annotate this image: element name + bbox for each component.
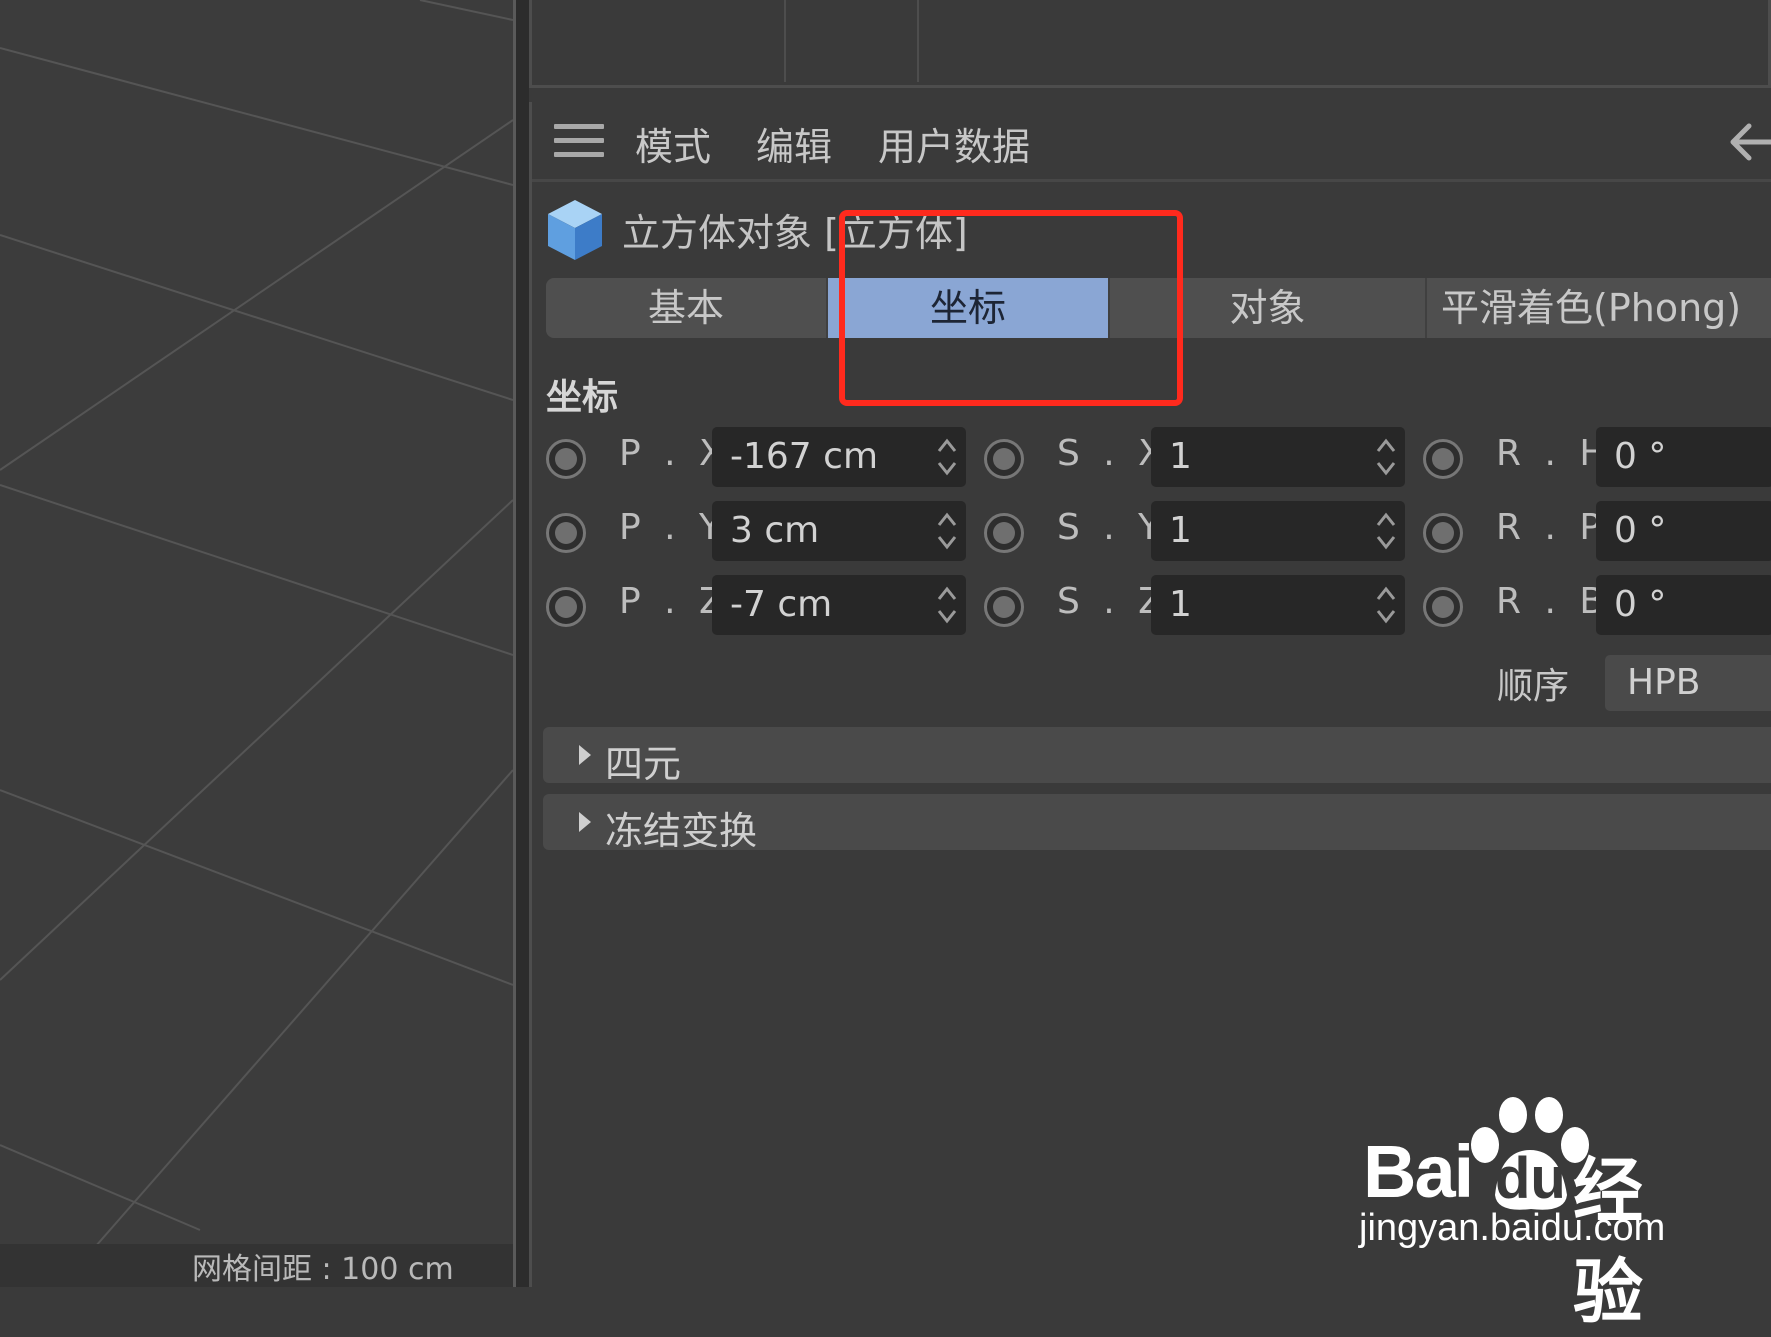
- attribute-tabs: 基本 坐标 对象 平滑着色(Phong): [546, 278, 1771, 338]
- baidu-jingyan-watermark: Bai du 经验 jingyan.baidu.com: [1355, 1095, 1685, 1333]
- expand-triangle-icon: [579, 745, 591, 765]
- collapsible-freeze-transform[interactable]: 冻结变换: [543, 794, 1771, 853]
- collapsible-quaternion-label: 四元: [605, 742, 682, 786]
- field-sx[interactable]: 1: [1151, 427, 1405, 487]
- field-rp-value: 0 °: [1614, 510, 1667, 551]
- hamburger-menu-icon[interactable]: [554, 124, 604, 162]
- tab-coordinates[interactable]: 坐标: [828, 278, 1110, 338]
- field-px-value: -167 cm: [730, 436, 879, 477]
- viewport-grid: [0, 0, 513, 1287]
- section-title: 坐标: [546, 377, 619, 418]
- panel-divider[interactable]: [513, 0, 529, 1287]
- menu-edit[interactable]: 编辑: [756, 116, 832, 171]
- animate-radio-rh[interactable]: [1423, 439, 1463, 479]
- top-panel: [529, 0, 1771, 88]
- tab-phong[interactable]: 平滑着色(Phong): [1427, 278, 1771, 338]
- animate-radio-rp[interactable]: [1423, 513, 1463, 553]
- collapsible-quaternion[interactable]: 四元: [543, 727, 1771, 786]
- animate-radio-px[interactable]: [546, 439, 586, 479]
- expand-triangle-icon: [579, 812, 591, 832]
- menu-mode[interactable]: 模式: [635, 116, 711, 171]
- coord-row-z: P . Z -7 cm S . Z 1 R . B 0 °: [546, 575, 1771, 639]
- field-rb-value: 0 °: [1614, 584, 1667, 625]
- tab-basic[interactable]: 基本: [546, 278, 828, 338]
- field-rp[interactable]: 0 °: [1596, 501, 1771, 561]
- viewport[interactable]: 网格间距 : 100 cm: [0, 0, 513, 1287]
- menu-user-data[interactable]: 用户数据: [878, 116, 1030, 171]
- stepper-icon[interactable]: [1373, 509, 1399, 553]
- collapsible-freeze-label: 冻结变换: [605, 809, 758, 853]
- rotation-order-select[interactable]: HPB: [1605, 655, 1771, 711]
- field-sz[interactable]: 1: [1151, 575, 1405, 635]
- coord-row-x: P . X -167 cm S . X 1 R . H 0 °: [546, 427, 1771, 491]
- animate-radio-sx[interactable]: [984, 439, 1024, 479]
- field-sx-value: 1: [1169, 436, 1192, 477]
- field-rb[interactable]: 0 °: [1596, 575, 1771, 635]
- field-rh-value: 0 °: [1614, 436, 1667, 477]
- field-py-value: 3 cm: [730, 510, 820, 551]
- tab-object[interactable]: 对象: [1110, 278, 1427, 338]
- stepper-icon[interactable]: [934, 509, 960, 553]
- animate-radio-py[interactable]: [546, 513, 586, 553]
- rotation-order-label: 顺序: [1497, 666, 1570, 707]
- field-rh[interactable]: 0 °: [1596, 427, 1771, 487]
- watermark-url: jingyan.baidu.com: [1359, 1207, 1666, 1249]
- label-sy: S . Y: [1057, 507, 1167, 548]
- stepper-icon[interactable]: [1373, 435, 1399, 479]
- animate-radio-sy[interactable]: [984, 513, 1024, 553]
- field-sz-value: 1: [1169, 584, 1192, 625]
- label-py: P . Y: [619, 507, 728, 548]
- top-panel-separator: [917, 0, 919, 82]
- field-pz-value: -7 cm: [730, 584, 833, 625]
- watermark-du: du: [1495, 1146, 1566, 1211]
- label-rp: R . P: [1496, 507, 1608, 548]
- field-px[interactable]: -167 cm: [712, 427, 966, 487]
- watermark-bai: Bai: [1363, 1130, 1474, 1213]
- animate-radio-rb[interactable]: [1423, 587, 1463, 627]
- grid-spacing-label: 网格间距 : 100 cm: [0, 1244, 513, 1287]
- cube-icon: [548, 200, 602, 260]
- field-sy[interactable]: 1: [1151, 501, 1405, 561]
- stepper-icon[interactable]: [934, 435, 960, 479]
- coord-row-y: P . Y 3 cm S . Y 1 R . P 0 °: [546, 501, 1771, 565]
- object-title: 立方体对象 [立方体]: [622, 211, 968, 255]
- label-rb: R . B: [1496, 581, 1611, 622]
- animate-radio-sz[interactable]: [984, 587, 1024, 627]
- stepper-icon[interactable]: [934, 583, 960, 627]
- label-rh: R . H: [1496, 433, 1613, 474]
- field-py[interactable]: 3 cm: [712, 501, 966, 561]
- field-sy-value: 1: [1169, 510, 1192, 551]
- back-arrow-icon[interactable]: [1727, 122, 1771, 162]
- animate-radio-pz[interactable]: [546, 587, 586, 627]
- field-pz[interactable]: -7 cm: [712, 575, 966, 635]
- stepper-icon[interactable]: [1373, 583, 1399, 627]
- attributes-menubar: 模式 编辑 用户数据: [532, 102, 1771, 182]
- top-panel-separator: [784, 0, 786, 82]
